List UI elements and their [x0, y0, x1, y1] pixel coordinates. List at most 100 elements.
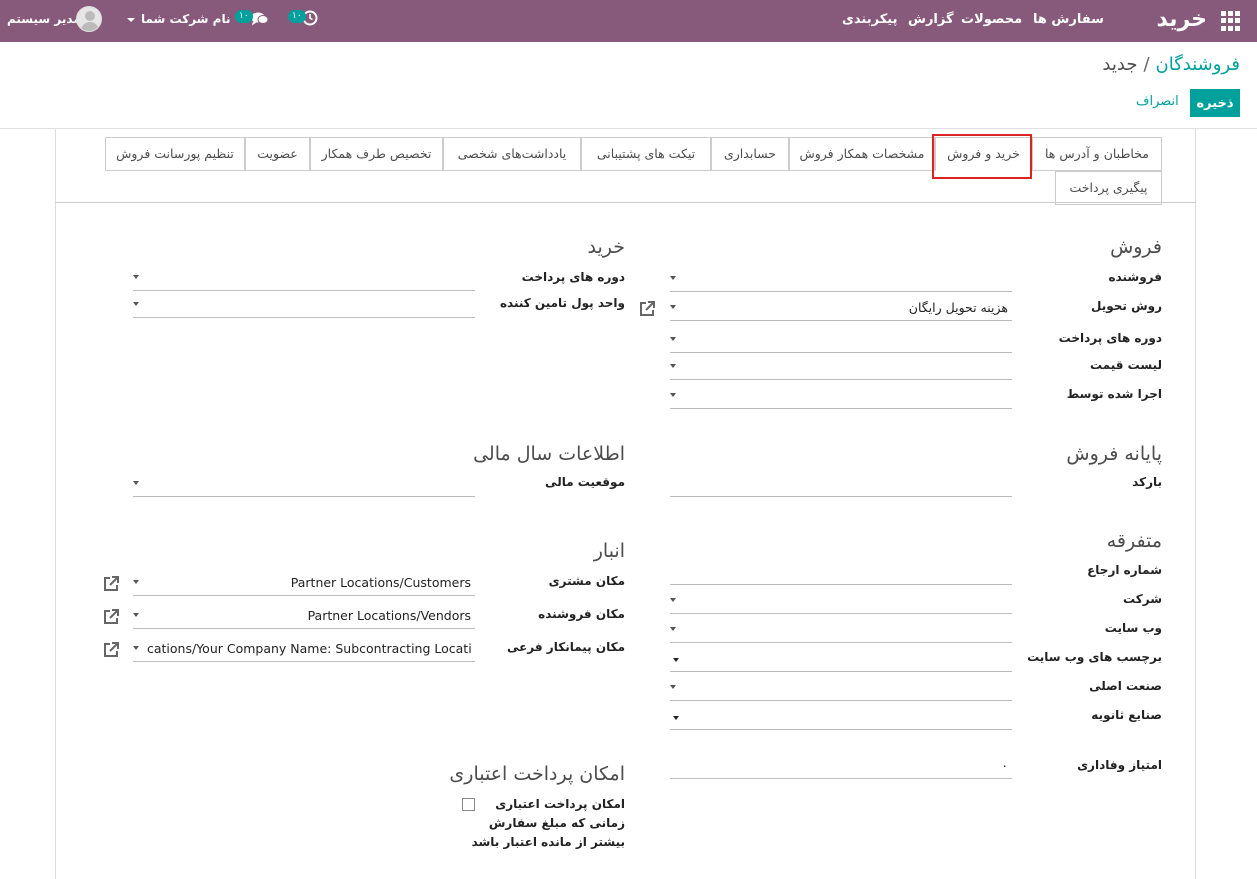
caret-down-icon	[670, 305, 676, 309]
sales-payment-terms-field[interactable]	[670, 325, 1012, 353]
external-link-icon[interactable]	[102, 575, 120, 593]
vendor-location-label: مکان فروشنده	[538, 607, 625, 621]
top-navbar: خرید سفارش ها محصولات گزارش پیکربندی ۱۰ …	[0, 0, 1257, 42]
executed-by-label: اجرا شده توسط	[1066, 387, 1162, 401]
delivery-method-label: روش تحویل	[1091, 299, 1162, 313]
discard-button[interactable]: انصراف	[1136, 94, 1179, 109]
user-menu-name[interactable]: مدیر سیستم	[7, 12, 81, 26]
company-name: نام شرکت شما	[141, 12, 231, 26]
caret-down-icon	[133, 302, 139, 306]
fiscal-position-label: موقعیت مالی	[545, 475, 625, 489]
pricelist-field[interactable]	[670, 352, 1012, 380]
external-link-icon[interactable]	[102, 608, 120, 626]
barcode-label: بارکد	[1132, 475, 1162, 489]
credit-label-line2: زمانی که مبلغ سفارش	[488, 816, 625, 830]
reference-field[interactable]	[670, 557, 1012, 585]
fiscal-position-field[interactable]	[133, 469, 475, 497]
salesperson-label: فروشنده	[1108, 270, 1163, 284]
loyalty-points-field[interactable]: ۰	[670, 751, 1012, 779]
tab-membership[interactable]: عضویت	[245, 137, 310, 171]
external-link-icon[interactable]	[638, 300, 656, 318]
tab-partner-assignation[interactable]: مشخصات همکار فروش	[789, 137, 935, 171]
tab-accounting[interactable]: حسابداری	[711, 137, 789, 171]
tab-payment-follow-up[interactable]: پیگیری پرداخت	[1055, 171, 1162, 205]
supplier-currency-field[interactable]	[133, 290, 475, 318]
menu-orders[interactable]: سفارش ها	[1033, 12, 1104, 27]
loyalty-points-label: امتیاز وفاداری	[1077, 758, 1162, 772]
sales-payment-terms-label: دوره های پرداخت	[1058, 331, 1162, 345]
caret-down-icon	[133, 613, 139, 617]
activity-badge: ۱۰	[288, 10, 306, 23]
delivery-method-field[interactable]: هزینه تحویل رایگان	[670, 293, 1012, 321]
tab-internal-notes[interactable]: یادداشت‌های شخصی	[443, 137, 581, 171]
caret-down-icon	[133, 275, 139, 279]
fiscal-section-title: اطلاعات سال مالی	[473, 443, 625, 465]
purchase-payment-terms-label: دوره های پرداخت	[521, 270, 625, 284]
comments-icon	[251, 12, 269, 26]
menu-products[interactable]: محصولات	[961, 12, 1022, 27]
stock-section-title: انبار	[593, 540, 625, 562]
messaging-menu[interactable]: ۱۰	[235, 8, 271, 30]
secondary-industries-field[interactable]	[670, 702, 1012, 730]
caret-down-icon	[670, 685, 676, 689]
credit-section-title: امکان پرداخت اعتباری	[449, 763, 625, 785]
caret-down-icon	[670, 364, 676, 368]
caret-down-icon	[133, 580, 139, 584]
caret-down-icon	[670, 393, 676, 397]
purchase-section-title: خرید	[587, 236, 626, 258]
main-industry-label: صنعت اصلی	[1089, 679, 1162, 693]
vendor-location-field[interactable]: Partner Locations/Vendors	[133, 601, 475, 629]
executed-by-field[interactable]	[670, 381, 1012, 409]
breadcrumb: فروشندگان/جدید	[1102, 54, 1240, 75]
barcode-field[interactable]	[670, 469, 1012, 497]
credit-label-line3: بیشتر از مانده اعتبار باشد	[471, 835, 625, 849]
caret-down-icon	[133, 646, 139, 650]
activity-menu[interactable]: ۱۰	[288, 8, 320, 30]
highlight-box	[932, 134, 1032, 179]
caret-down-icon	[670, 598, 676, 602]
caret-down-icon	[673, 658, 679, 662]
subcontractor-location-value: cations/Your Company Name: Subcontractin…	[147, 641, 471, 656]
salesperson-field[interactable]	[670, 264, 1012, 292]
customer-location-field[interactable]: Partner Locations/Customers	[133, 568, 475, 596]
main-industry-field[interactable]	[670, 673, 1012, 701]
misc-section-title: متفرقه	[1106, 530, 1162, 552]
credit-checkbox[interactable]	[462, 798, 475, 811]
caret-down-icon	[133, 481, 139, 485]
sales-section-title: فروش	[1110, 236, 1162, 258]
tab-support-tickets[interactable]: تیکت های پشتیبانی	[581, 137, 711, 171]
vendor-location-value: Partner Locations/Vendors	[307, 608, 471, 623]
tab-contacts-addresses[interactable]: مخاطبان و آدرس ها	[1032, 137, 1162, 171]
website-tags-field[interactable]	[670, 644, 1012, 672]
caret-down-icon	[670, 337, 676, 341]
website-tags-label: برچسب های وب سایت	[1027, 650, 1162, 664]
company-field[interactable]	[670, 586, 1012, 614]
menu-reporting[interactable]: گزارش	[908, 12, 954, 27]
credit-label-line1: امکان پرداخت اعتباری	[495, 797, 625, 811]
caret-down-icon	[673, 716, 679, 720]
tab-commission[interactable]: تنظیم پورسانت فروش	[105, 137, 245, 171]
pos-section-title: پایانه فروش	[1066, 443, 1162, 465]
apps-menu-icon[interactable]	[1221, 11, 1241, 31]
reference-label: شماره ارجاع	[1087, 563, 1162, 577]
secondary-industries-label: صنایع ثانویه	[1091, 708, 1162, 722]
website-field[interactable]	[670, 615, 1012, 643]
messages-badge: ۱۰	[235, 10, 253, 23]
purchase-payment-terms-field[interactable]	[133, 263, 475, 291]
company-switcher[interactable]: نام شرکت شما	[127, 12, 230, 26]
tab-partner-assignment[interactable]: تخصیص طرف همکار	[310, 137, 443, 171]
caret-down-icon	[670, 276, 676, 280]
loyalty-points-value: ۰	[1001, 758, 1008, 773]
pricelist-label: لیست قیمت	[1090, 358, 1162, 372]
external-link-icon[interactable]	[102, 641, 120, 659]
breadcrumb-vendors[interactable]: فروشندگان	[1156, 54, 1240, 75]
subcontractor-location-field[interactable]: cations/Your Company Name: Subcontractin…	[133, 634, 475, 662]
delivery-method-value: هزینه تحویل رایگان	[908, 300, 1008, 315]
breadcrumb-current: جدید	[1102, 54, 1138, 75]
avatar[interactable]	[76, 6, 102, 32]
caret-down-icon	[670, 627, 676, 631]
website-label: وب سایت	[1104, 621, 1162, 635]
save-button[interactable]: ذخیره	[1190, 89, 1240, 117]
supplier-currency-label: واحد پول تامین کننده	[499, 296, 625, 310]
menu-configuration[interactable]: پیکربندی	[842, 12, 897, 27]
